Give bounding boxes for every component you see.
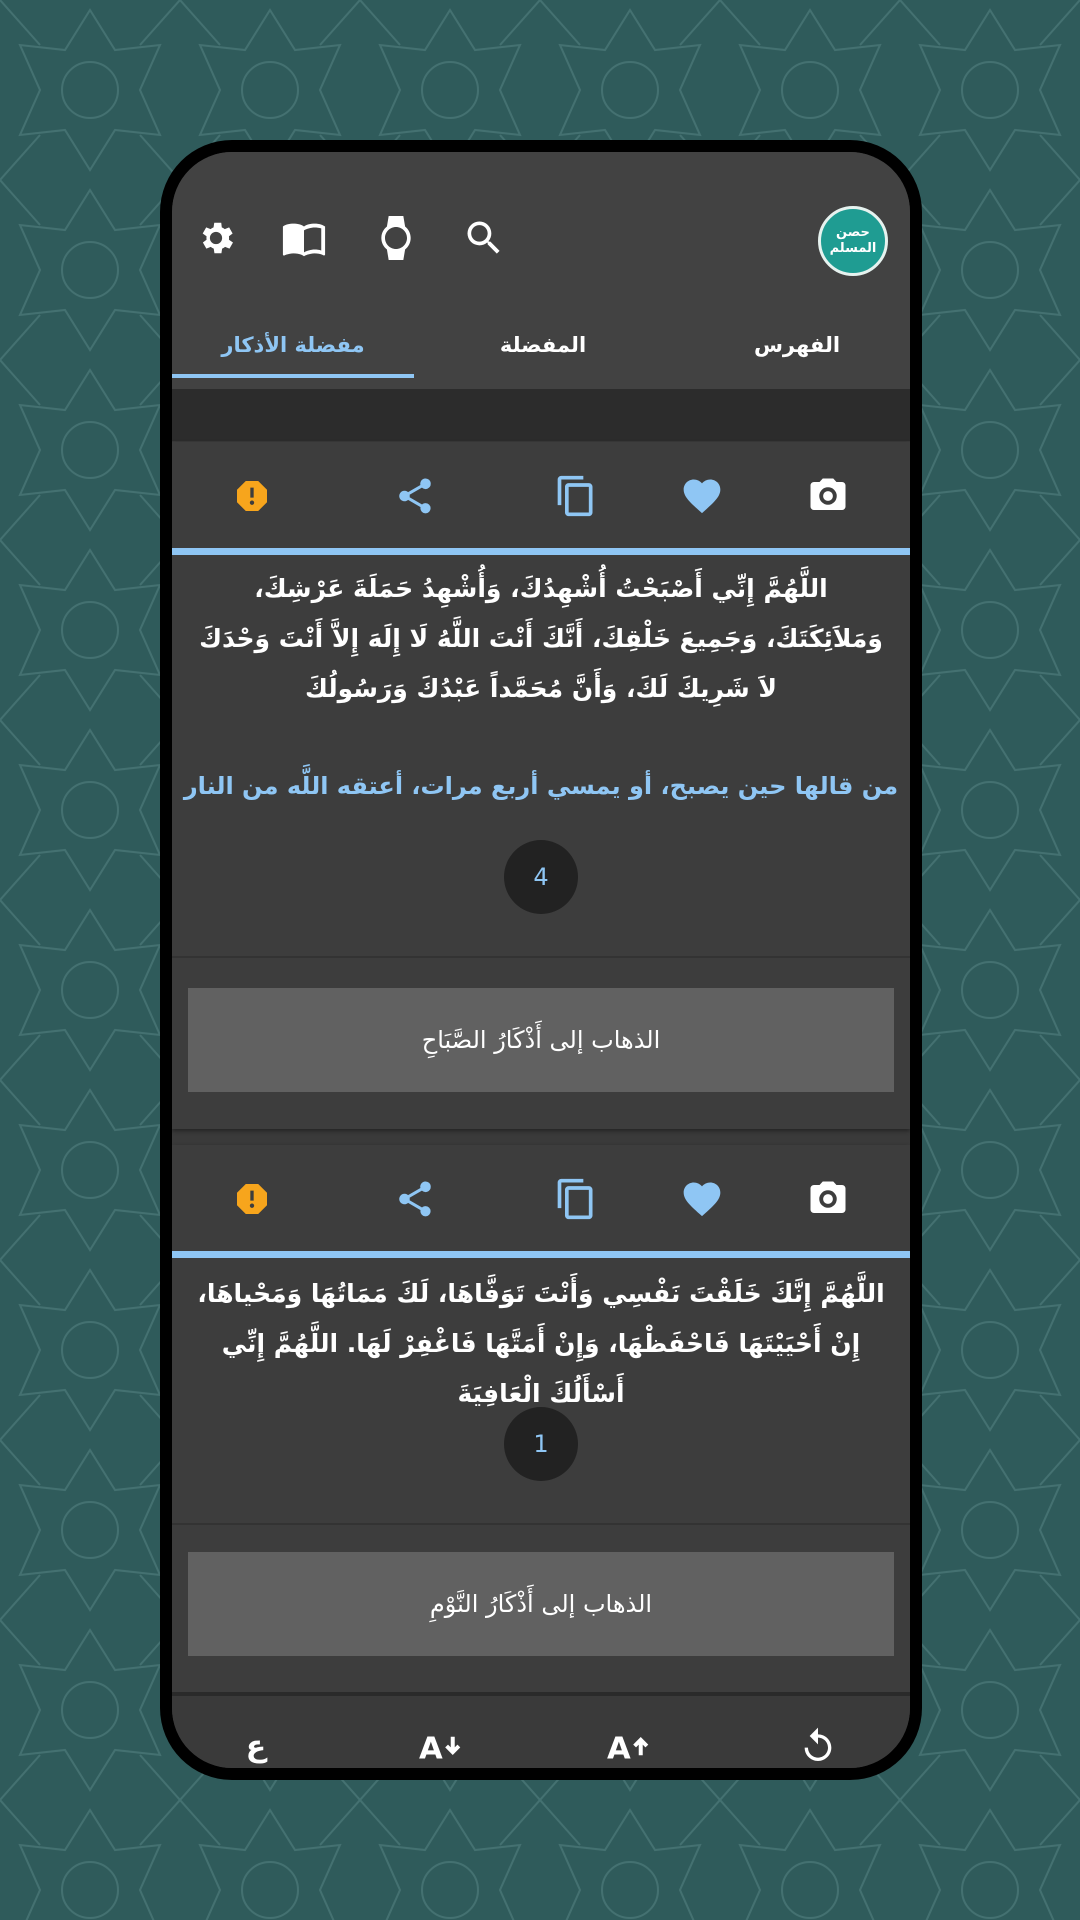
svg-text:A: A xyxy=(607,1731,631,1766)
camera-icon[interactable] xyxy=(798,466,858,526)
font-decrease-icon[interactable]: A xyxy=(412,1716,472,1768)
watch-icon[interactable] xyxy=(366,208,426,268)
favorite-icon[interactable] xyxy=(672,1169,732,1229)
card-divider xyxy=(172,956,910,958)
card-actions xyxy=(172,1145,910,1253)
tab-index[interactable]: الفهرس xyxy=(676,300,910,390)
copy-icon[interactable] xyxy=(546,466,606,526)
repeat-counter[interactable]: 4 xyxy=(504,840,578,914)
phone-frame: حصن المسلم الفهرس المفضلة مفضلة الأذكار xyxy=(160,140,922,1780)
zikr-text: اللَّهُمَّ إِنِّي أَصْبَحْتُ أُشْهِدُكَ،… xyxy=(199,574,883,703)
zikr-card: اللَّهُمَّ إِنَّكَ خَلَقْتَ نَفْسِي وَأَ… xyxy=(172,1145,910,1692)
header-spacer xyxy=(172,389,910,441)
font-increase-icon[interactable]: A xyxy=(600,1716,660,1768)
share-icon[interactable] xyxy=(385,466,445,526)
zikr-card: اللَّهُمَّ إِنِّي أَصْبَحْتُ أُشْهِدُكَ،… xyxy=(172,442,910,1129)
app-screen: حصن المسلم الفهرس المفضلة مفضلة الأذكار xyxy=(172,152,910,1768)
card-divider xyxy=(172,1523,910,1525)
card-accent-bar xyxy=(172,1251,910,1258)
app-logo: حصن المسلم xyxy=(818,206,888,276)
card-actions xyxy=(172,442,910,550)
tab-indicator xyxy=(172,374,414,378)
svg-text:A: A xyxy=(419,1731,443,1766)
reset-icon[interactable] xyxy=(788,1716,848,1768)
favorite-icon[interactable] xyxy=(672,466,732,526)
goto-category-button[interactable]: الذهاب إلى أَذْكَارُ الصَّبَاحِ xyxy=(188,988,894,1092)
repeat-counter[interactable]: 1 xyxy=(504,1407,578,1481)
app-bar: حصن المسلم الفهرس المفضلة مفضلة الأذكار xyxy=(172,152,910,389)
zikr-virtue: من قالها حين يصبح، أو يمسي أربع مرات، أع… xyxy=(183,772,899,800)
search-icon[interactable] xyxy=(454,208,514,268)
arabic-toggle-button[interactable]: ع xyxy=(226,1716,286,1768)
report-icon[interactable] xyxy=(222,466,282,526)
settings-icon[interactable] xyxy=(186,208,246,268)
logo-text-bottom: المسلم xyxy=(829,241,877,256)
card-accent-bar xyxy=(172,548,910,555)
logo-text-top: حصن xyxy=(836,225,870,240)
share-icon[interactable] xyxy=(385,1169,445,1229)
zikr-text: اللَّهُمَّ إِنَّكَ خَلَقْتَ نَفْسِي وَأَ… xyxy=(197,1279,885,1408)
report-icon[interactable] xyxy=(222,1169,282,1229)
camera-icon[interactable] xyxy=(798,1169,858,1229)
goto-category-button[interactable]: الذهاب إلى أَذْكَارُ النَّوْمِ xyxy=(188,1552,894,1656)
copy-icon[interactable] xyxy=(546,1169,606,1229)
bottom-bar: ع A A xyxy=(172,1692,910,1768)
tab-favorites[interactable]: المفضلة xyxy=(422,300,664,390)
book-icon[interactable] xyxy=(274,208,334,268)
